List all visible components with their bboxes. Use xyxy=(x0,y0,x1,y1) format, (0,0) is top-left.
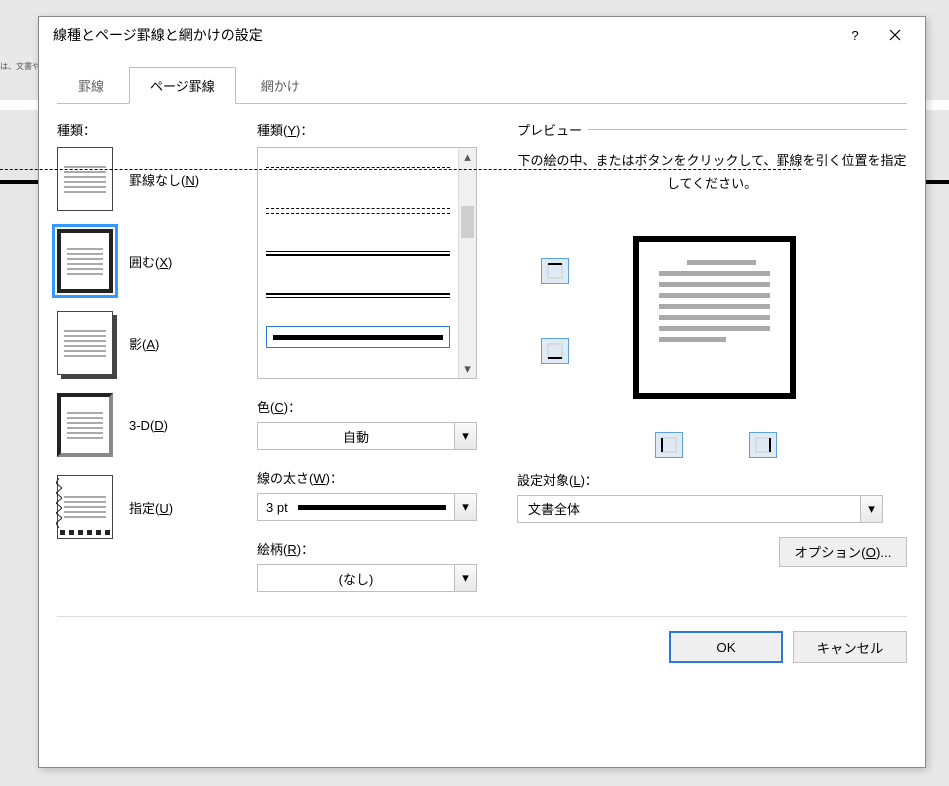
width-value: 3 pt xyxy=(258,500,454,515)
setting-none-label: 罫線なし(N) xyxy=(129,170,199,189)
border-top-toggle[interactable] xyxy=(541,258,569,284)
chevron-down-icon: ▾ xyxy=(860,496,882,522)
art-value: (なし) xyxy=(258,569,454,588)
preview-stage xyxy=(517,220,907,440)
borders-and-shading-dialog: 線種とページ罫線と網かけの設定 ? 罫線 ページ罫線 網かけ 種類： 罫線なし(… xyxy=(38,16,926,768)
tab-borders[interactable]: 罫線 xyxy=(57,67,125,104)
apply-to-label: 設定対象(L)： xyxy=(517,470,907,489)
border-bottom-toggle[interactable] xyxy=(541,338,569,364)
dialog-footer: OK キャンセル xyxy=(39,617,925,677)
border-right-toggle[interactable] xyxy=(749,432,777,458)
options-button[interactable]: オプション(O)... xyxy=(779,537,907,567)
chevron-down-icon: ▾ xyxy=(454,423,476,449)
line-style-option[interactable] xyxy=(266,242,450,264)
line-style-option[interactable] xyxy=(266,284,450,306)
help-button[interactable]: ? xyxy=(835,20,875,50)
art-label: 絵柄(R)： xyxy=(257,539,505,558)
line-style-listbox[interactable]: ▴ ▾ xyxy=(257,147,477,379)
apply-to-value: 文書全体 xyxy=(518,499,860,518)
color-value: 自動 xyxy=(258,427,454,446)
line-style-list xyxy=(258,148,458,378)
setting-shadow-label: 影(A) xyxy=(129,334,159,353)
chevron-down-icon: ▾ xyxy=(454,565,476,591)
setting-custom[interactable]: 指定(U) xyxy=(57,475,245,539)
setting-custom-icon xyxy=(57,475,113,539)
apply-to-dropdown[interactable]: 文書全体 ▾ xyxy=(517,495,883,523)
line-width-preview-icon xyxy=(298,505,446,510)
width-label: 線の太さ(W)： xyxy=(257,468,505,487)
color-label: 色(C)： xyxy=(257,397,505,416)
setting-none-icon xyxy=(57,147,113,211)
style-label: 種類(Y)： xyxy=(257,120,505,139)
line-style-option[interactable] xyxy=(266,158,450,180)
scroll-thumb[interactable] xyxy=(461,206,474,238)
setting-3d[interactable]: 3-D(D) xyxy=(57,393,245,457)
close-icon xyxy=(889,29,901,41)
color-dropdown[interactable]: 自動 ▾ xyxy=(257,422,477,450)
chevron-down-icon: ▾ xyxy=(454,494,476,520)
setting-box-icon xyxy=(57,229,113,293)
setting-column: 種類： 罫線なし(N) 囲む(X) 影(A) xyxy=(57,120,245,592)
scroll-down-icon[interactable]: ▾ xyxy=(459,360,476,378)
setting-box-label: 囲む(X) xyxy=(129,252,172,271)
preview-group-label: プレビュー xyxy=(517,120,907,139)
dialog-content: 種類： 罫線なし(N) 囲む(X) 影(A) xyxy=(39,104,925,608)
setting-shadow-icon xyxy=(57,311,113,375)
titlebar: 線種とページ罫線と網かけの設定 ? xyxy=(39,17,925,53)
dialog-title: 線種とページ罫線と網かけの設定 xyxy=(53,25,835,45)
scroll-up-icon[interactable]: ▴ xyxy=(459,148,476,166)
tab-shading[interactable]: 網かけ xyxy=(240,67,321,104)
preview-hint-text: 下の絵の中、またはボタンをクリックして、罫線を引く位置を指定してください。 xyxy=(517,149,907,196)
border-left-toggle[interactable] xyxy=(655,432,683,458)
setting-3d-label: 3-D(D) xyxy=(129,418,168,433)
setting-shadow[interactable]: 影(A) xyxy=(57,311,245,375)
tab-page-border[interactable]: ページ罫線 xyxy=(129,67,236,104)
ok-button[interactable]: OK xyxy=(669,631,783,663)
line-style-scrollbar[interactable]: ▴ ▾ xyxy=(458,148,476,378)
line-style-option[interactable] xyxy=(266,200,450,222)
cancel-button[interactable]: キャンセル xyxy=(793,631,907,663)
setting-none[interactable]: 罫線なし(N) xyxy=(57,147,245,211)
preview-page-icon[interactable] xyxy=(633,236,796,399)
tab-bar: 罫線 ページ罫線 網かけ xyxy=(39,53,925,104)
line-options-column: 種類(Y)： ▴ ▾ 色(C)： 自動 ▾ xyxy=(257,120,505,592)
close-button[interactable] xyxy=(875,20,915,50)
line-style-option-selected[interactable] xyxy=(266,326,450,348)
setting-box[interactable]: 囲む(X) xyxy=(57,229,245,293)
setting-custom-label: 指定(U) xyxy=(129,498,173,517)
preview-column: プレビュー 下の絵の中、またはボタンをクリックして、罫線を引く位置を指定してくだ… xyxy=(517,120,907,592)
scroll-track[interactable] xyxy=(459,166,476,360)
art-dropdown[interactable]: (なし) ▾ xyxy=(257,564,477,592)
setting-group-label: 種類： xyxy=(57,120,245,139)
width-dropdown[interactable]: 3 pt ▾ xyxy=(257,493,477,521)
setting-3d-icon xyxy=(57,393,113,457)
